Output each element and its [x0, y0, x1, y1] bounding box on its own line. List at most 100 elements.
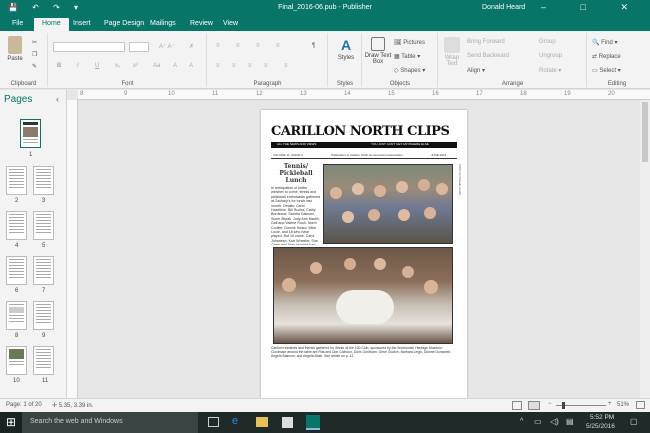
- two-page-view-icon[interactable]: [528, 401, 540, 410]
- draw-text-box-button[interactable]: Draw Text Box: [364, 37, 392, 65]
- zoom-out-icon[interactable]: −: [548, 401, 552, 407]
- replace-button[interactable]: ⇄ Replace: [592, 53, 621, 60]
- vertical-scrollbar[interactable]: [640, 100, 650, 398]
- page-thumbnail-6[interactable]: [6, 256, 27, 285]
- publisher-taskbar-icon[interactable]: [306, 415, 320, 430]
- clipboard-group: Paste ✂ ❐ ✎ Clipboard: [0, 33, 48, 87]
- highlight-button[interactable]: A: [173, 63, 177, 69]
- select-button[interactable]: ▭ Select ▾: [592, 67, 621, 74]
- tab-home[interactable]: Home: [34, 18, 69, 31]
- group-button[interactable]: Group: [539, 39, 556, 45]
- volume-icon[interactable]: ◁): [550, 417, 559, 426]
- edge-icon[interactable]: e: [232, 415, 238, 427]
- newsletter-page[interactable]: CARILLON NORTH CLIPS ALL THE NEWS AND VI…: [261, 110, 467, 398]
- page-thumbnail-5[interactable]: [33, 211, 54, 240]
- format-painter-icon[interactable]: ✎: [32, 63, 37, 70]
- tab-view[interactable]: View: [223, 18, 238, 31]
- thumb-label: 11: [42, 378, 49, 384]
- cut-icon[interactable]: ✂: [32, 39, 37, 46]
- thumb-label: 4: [15, 243, 19, 249]
- page-thumbnail-8[interactable]: [6, 301, 27, 330]
- network-icon[interactable]: ▭: [534, 417, 542, 426]
- tray-chevron-icon[interactable]: ^: [520, 418, 523, 425]
- page-thumbnail-10[interactable]: [6, 346, 27, 375]
- underline-button[interactable]: U: [95, 63, 99, 69]
- thumb-label: 10: [13, 378, 20, 384]
- bullets-button[interactable]: ≡: [216, 43, 220, 49]
- start-button[interactable]: ⊞: [0, 412, 22, 433]
- find-button[interactable]: 🔍 Find ▾: [592, 39, 618, 46]
- show-paragraph-marks-button[interactable]: ¶: [312, 43, 315, 49]
- shapes-button[interactable]: ◇ Shapes ▾: [394, 67, 425, 74]
- rotate-button[interactable]: Rotate ▾: [539, 67, 561, 74]
- page-indicator[interactable]: Page: 1 of 20: [6, 402, 42, 408]
- language-icon[interactable]: ▤: [566, 417, 574, 426]
- increase-indent-button[interactable]: ≡: [276, 43, 280, 49]
- clear-format-icon[interactable]: ✗: [189, 43, 194, 50]
- scroll-thumb[interactable]: [642, 102, 648, 162]
- vertical-ruler[interactable]: [67, 100, 78, 398]
- user-name[interactable]: Donald Heard: [482, 4, 525, 11]
- tab-mailings[interactable]: Mailings: [150, 18, 176, 31]
- task-view-icon[interactable]: [208, 417, 219, 427]
- single-page-view-icon[interactable]: [512, 401, 522, 410]
- font-name-box[interactable]: [53, 42, 125, 52]
- align-center-button[interactable]: ≡: [232, 63, 236, 69]
- justify-button[interactable]: ≡: [264, 63, 268, 69]
- ruler-tick-label: 15: [388, 91, 395, 97]
- align-button[interactable]: Align ▾: [467, 67, 485, 74]
- bold-button[interactable]: B: [57, 63, 61, 69]
- decrease-indent-button[interactable]: ≡: [256, 43, 260, 49]
- tab-file[interactable]: File: [12, 18, 23, 31]
- page-thumbnail-4[interactable]: [6, 211, 27, 240]
- change-case-button[interactable]: Aa: [153, 63, 160, 69]
- notifications-icon[interactable]: ▢: [630, 417, 638, 426]
- copy-icon[interactable]: ❐: [32, 51, 37, 58]
- tab-page-design[interactable]: Page Design: [104, 18, 144, 31]
- styles-button[interactable]: A Styles: [333, 37, 359, 61]
- zoom-level[interactable]: 51%: [617, 402, 629, 408]
- page-thumbnail-11[interactable]: [33, 346, 54, 375]
- ruler-tick-label: 9: [124, 91, 128, 97]
- align-left-button[interactable]: ≡: [216, 63, 220, 69]
- group-photo[interactable]: [323, 164, 453, 244]
- thumb-label: 8: [15, 333, 19, 339]
- wrap-text-button[interactable]: Wrap Text: [441, 37, 463, 67]
- page-thumbnail-7[interactable]: [33, 256, 54, 285]
- page-thumbnail-2[interactable]: [6, 166, 27, 195]
- tab-review[interactable]: Review: [190, 18, 213, 31]
- collapse-pane-icon[interactable]: ‹: [56, 94, 59, 104]
- font-color-button[interactable]: A: [189, 63, 193, 69]
- store-icon[interactable]: [282, 417, 293, 428]
- paste-button[interactable]: Paste: [4, 36, 26, 62]
- zoom-in-icon[interactable]: +: [608, 401, 612, 407]
- tagline-bar: ALL THE NEWS AND VIEWS YOU JUST CAN'T GE…: [271, 142, 457, 148]
- search-box[interactable]: Search the web and Windows: [22, 412, 198, 433]
- dinner-photo[interactable]: [273, 247, 453, 344]
- article-column[interactable]: Tennis/ Pickleball Lunch In anticipation…: [271, 163, 321, 245]
- clock-date[interactable]: 5/25/2016: [586, 423, 615, 430]
- ungroup-button[interactable]: Ungroup: [539, 53, 562, 59]
- font-size-box[interactable]: [129, 42, 149, 52]
- align-right-button[interactable]: ≡: [248, 63, 252, 69]
- page-thumbnail-9[interactable]: [33, 301, 54, 330]
- subscript-button[interactable]: x₂: [115, 63, 120, 69]
- bring-forward-button[interactable]: Bring Forward: [467, 39, 505, 45]
- pictures-button[interactable]: 🖼 Pictures: [394, 39, 425, 46]
- numbering-button[interactable]: ≡: [236, 43, 240, 49]
- italic-button[interactable]: I: [77, 63, 79, 69]
- fit-page-icon[interactable]: [636, 401, 645, 409]
- send-backward-button[interactable]: Send Backward: [467, 53, 509, 59]
- clock-time[interactable]: 5:52 PM: [590, 414, 614, 421]
- file-explorer-icon[interactable]: [256, 417, 268, 427]
- line-spacing-button[interactable]: ≡: [284, 63, 288, 69]
- window-controls[interactable]: – □ ✕: [541, 2, 644, 13]
- page-thumbnail-3[interactable]: [33, 166, 54, 195]
- table-button[interactable]: ▦ Table ▾: [394, 53, 420, 60]
- page-thumbnail-1[interactable]: [20, 119, 41, 148]
- grow-font-icon[interactable]: A⁺ A⁻: [159, 43, 175, 50]
- tab-insert[interactable]: Insert: [73, 18, 91, 31]
- superscript-button[interactable]: x²: [133, 63, 138, 69]
- horizontal-ruler[interactable]: 8 9 10 11 12 13 14 15 16 17 18 19 20: [78, 90, 650, 100]
- zoom-slider-handle[interactable]: [562, 402, 565, 409]
